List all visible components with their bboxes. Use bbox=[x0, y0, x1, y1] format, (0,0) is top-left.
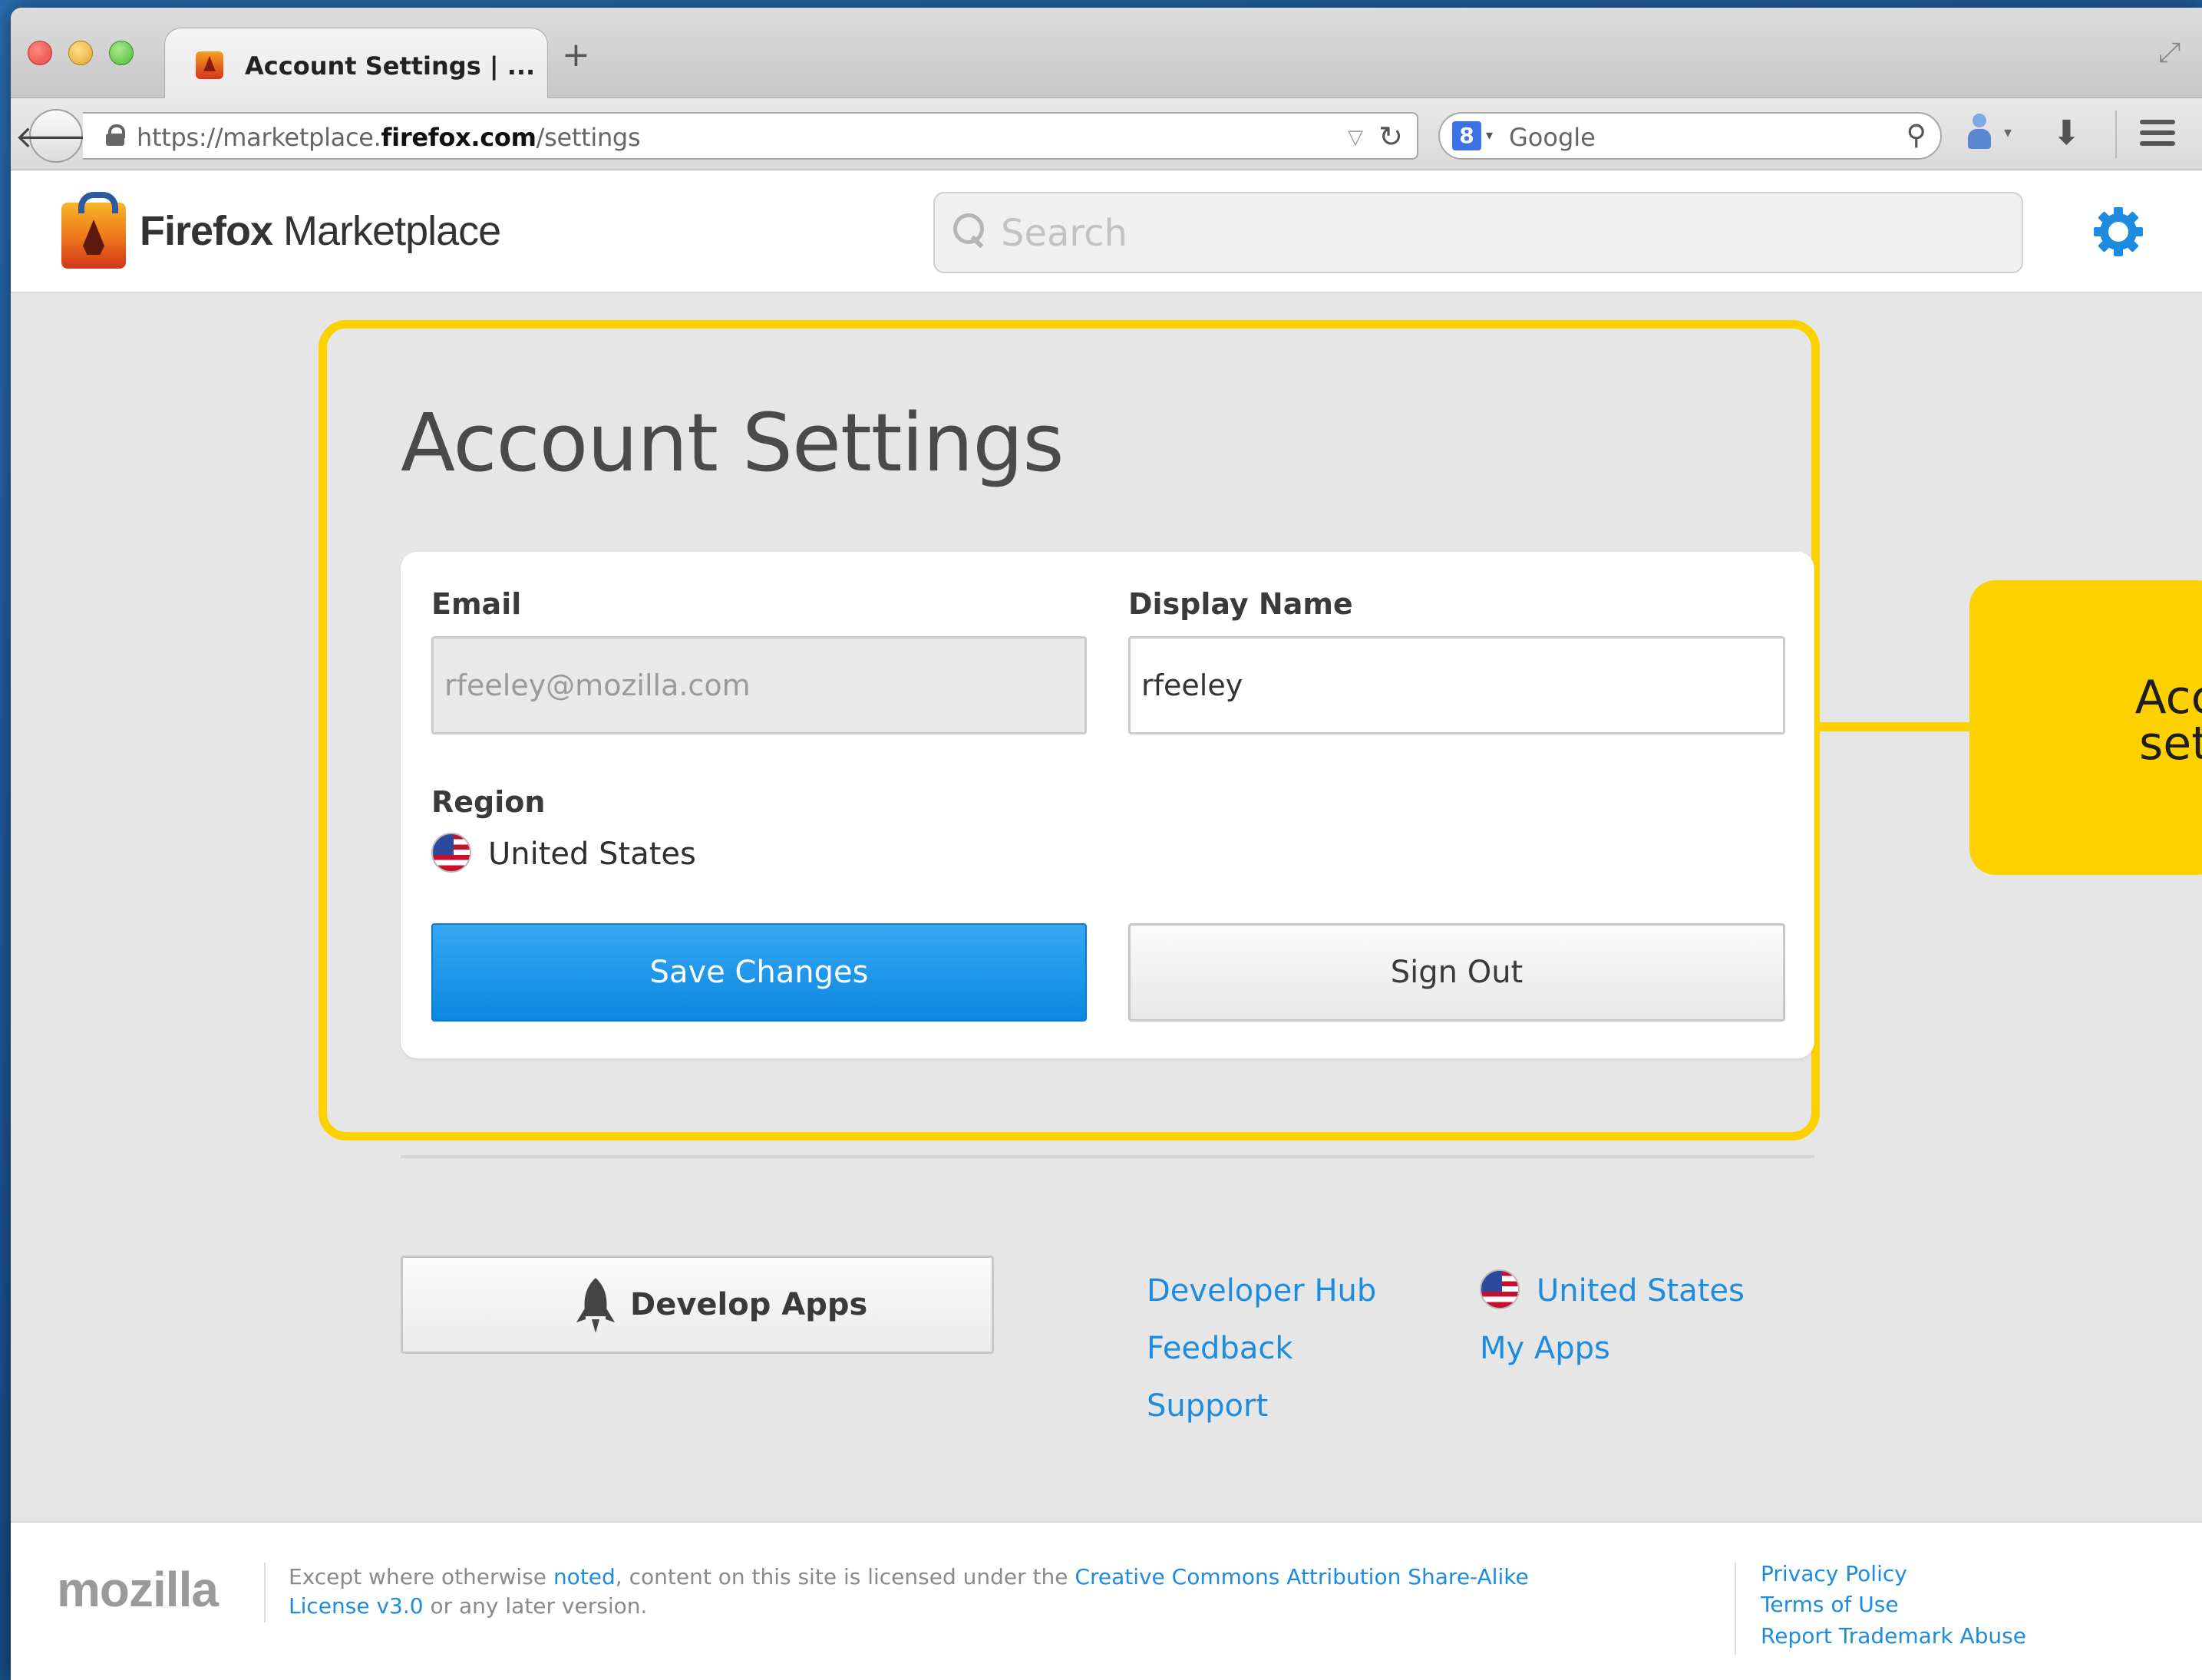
footer-divider bbox=[264, 1563, 266, 1622]
my-apps-link[interactable]: My Apps bbox=[1480, 1331, 1610, 1366]
callout-connector bbox=[1820, 722, 1981, 731]
region-label: Region bbox=[431, 785, 546, 819]
footer-divider bbox=[1735, 1563, 1736, 1655]
email-field[interactable] bbox=[431, 636, 1087, 734]
search-engine-name: Google bbox=[1509, 123, 1596, 152]
toolbar-divider bbox=[2115, 111, 2117, 158]
rocket-icon bbox=[576, 1278, 615, 1333]
feedback-link[interactable]: Feedback bbox=[1147, 1331, 1293, 1366]
region-value: United States bbox=[488, 837, 696, 872]
minimize-window-button[interactable] bbox=[68, 41, 93, 65]
callout-text: Accou settin bbox=[2134, 671, 2202, 771]
site-search-input[interactable] bbox=[1001, 209, 1999, 258]
callout-box: Accou settin bbox=[1969, 580, 2202, 875]
noted-link[interactable]: noted bbox=[553, 1564, 616, 1589]
title-bar: Account Settings | ... + ⤢ bbox=[11, 8, 2202, 98]
report-trademark-abuse-link[interactable]: Report Trademark Abuse bbox=[1761, 1623, 2026, 1649]
search-icon[interactable]: ⚲ bbox=[1907, 120, 1926, 151]
new-tab-button[interactable]: + bbox=[562, 38, 590, 72]
privacy-policy-link[interactable]: Privacy Policy bbox=[1761, 1561, 1907, 1586]
reload-icon[interactable]: ↻ bbox=[1378, 120, 1403, 153]
url-history-dropdown-icon[interactable]: ▽ bbox=[1348, 126, 1363, 149]
persona-icon[interactable] bbox=[1966, 114, 1992, 152]
persona-dropdown-icon[interactable]: ▾ bbox=[2004, 123, 2012, 141]
fullscreen-icon[interactable]: ⤢ bbox=[2158, 37, 2181, 69]
site-header: Firefox Marketplace bbox=[11, 170, 2202, 293]
marketplace-logo-icon[interactable] bbox=[61, 192, 126, 269]
browser-search-bar[interactable]: 8 ▾ Google ⚲ bbox=[1438, 112, 1942, 160]
us-flag-icon bbox=[431, 833, 471, 873]
navigation-toolbar: 🡐 https://marketplace.firefox.com/settin… bbox=[11, 98, 2202, 170]
site-footer: mozilla Except where otherwise noted, co… bbox=[11, 1521, 2202, 1680]
account-settings-form: Email Display Name Region United States … bbox=[401, 552, 1814, 1058]
marketplace-favicon-icon bbox=[196, 51, 223, 79]
terms-of-use-link[interactable]: Terms of Use bbox=[1761, 1592, 1899, 1617]
display-name-field[interactable] bbox=[1128, 636, 1785, 734]
back-button[interactable]: 🡐 bbox=[15, 109, 97, 163]
license-text: Except where otherwise noted, content on… bbox=[289, 1564, 1529, 1619]
close-window-button[interactable] bbox=[28, 41, 52, 65]
site-search-box bbox=[933, 192, 2023, 273]
search-icon bbox=[953, 213, 984, 249]
develop-apps-button[interactable]: Develop Apps bbox=[401, 1256, 994, 1354]
mozilla-logo[interactable]: mozilla bbox=[57, 1561, 219, 1618]
download-icon[interactable]: ⬇ bbox=[2052, 114, 2081, 153]
tab-account-settings[interactable]: Account Settings | ... bbox=[164, 28, 548, 98]
gear-icon[interactable] bbox=[2091, 204, 2146, 259]
page-title: Account Settings bbox=[401, 396, 1065, 490]
support-link[interactable]: Support bbox=[1147, 1388, 1268, 1424]
develop-apps-label: Develop Apps bbox=[630, 1287, 868, 1322]
url-text: https://marketplace.firefox.com/settings bbox=[137, 123, 641, 152]
save-changes-button[interactable]: Save Changes bbox=[431, 923, 1087, 1022]
tab-title: Account Settings | ... bbox=[245, 51, 536, 81]
site-logo-text[interactable]: Firefox Marketplace bbox=[140, 207, 501, 255]
lock-icon bbox=[106, 124, 125, 146]
web-page: Firefox Marketplace Search Account Setti… bbox=[11, 170, 2202, 1680]
google-engine-icon[interactable]: 8 bbox=[1452, 121, 1481, 150]
email-label: Email bbox=[431, 587, 522, 621]
us-flag-icon bbox=[1480, 1269, 1520, 1309]
developer-hub-link[interactable]: Developer Hub bbox=[1147, 1273, 1376, 1309]
content-divider bbox=[401, 1155, 1814, 1158]
region-link[interactable]: United States bbox=[1537, 1273, 1745, 1309]
sign-out-button[interactable]: Sign Out bbox=[1128, 923, 1785, 1022]
hamburger-menu-icon[interactable] bbox=[2140, 120, 2175, 147]
url-bar[interactable]: https://marketplace.firefox.com/settings… bbox=[83, 112, 1418, 160]
zoom-window-button[interactable] bbox=[109, 41, 134, 65]
engine-dropdown-icon[interactable]: ▾ bbox=[1486, 127, 1493, 144]
display-name-label: Display Name bbox=[1128, 587, 1353, 621]
browser-window: Account Settings | ... + ⤢ 🡐 https://mar… bbox=[11, 8, 2202, 1680]
